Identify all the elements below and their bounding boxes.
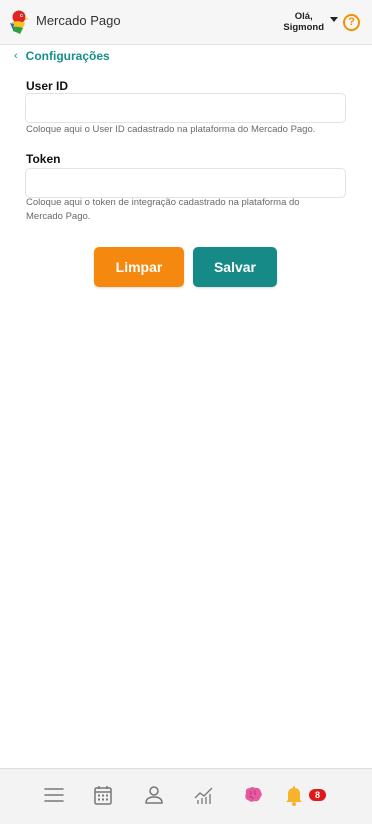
token-help: Coloque aqui o token de integração cadas…: [26, 197, 300, 222]
user-id-help: Coloque aqui o User ID cadastrado na pla…: [26, 124, 316, 135]
chart-icon[interactable]: [192, 783, 216, 807]
greeting-username: Sigmond: [283, 22, 324, 33]
parrot-logo-icon[interactable]: [8, 9, 30, 35]
token-label: Token: [26, 152, 61, 166]
clear-button[interactable]: Limpar: [94, 247, 184, 287]
bottom-navigation: 8: [0, 768, 372, 824]
user-id-label: User ID: [26, 79, 69, 93]
notification-count-badge: 8: [309, 789, 326, 801]
user-menu[interactable]: Olá, Sigmond: [283, 11, 324, 33]
menu-icon[interactable]: [42, 783, 66, 807]
breadcrumb-label: Configurações: [25, 49, 110, 63]
help-icon[interactable]: ?: [343, 14, 360, 31]
calendar-icon[interactable]: [91, 783, 115, 807]
brain-icon[interactable]: [241, 783, 265, 807]
dropdown-caret-icon[interactable]: [330, 17, 338, 22]
greeting-hello: Olá,: [294, 11, 313, 22]
app-header: Mercado Pago Olá, Sigmond ?: [0, 0, 372, 45]
token-input[interactable]: [25, 168, 346, 198]
back-to-settings-link[interactable]: ‹ Configurações: [14, 49, 110, 63]
user-id-input[interactable]: [25, 93, 346, 123]
app-title: Mercado Pago: [36, 13, 121, 28]
save-button[interactable]: Salvar: [193, 247, 277, 287]
person-icon[interactable]: [142, 783, 166, 807]
chevron-left-icon: ‹: [14, 50, 18, 62]
bell-icon[interactable]: [282, 783, 306, 807]
